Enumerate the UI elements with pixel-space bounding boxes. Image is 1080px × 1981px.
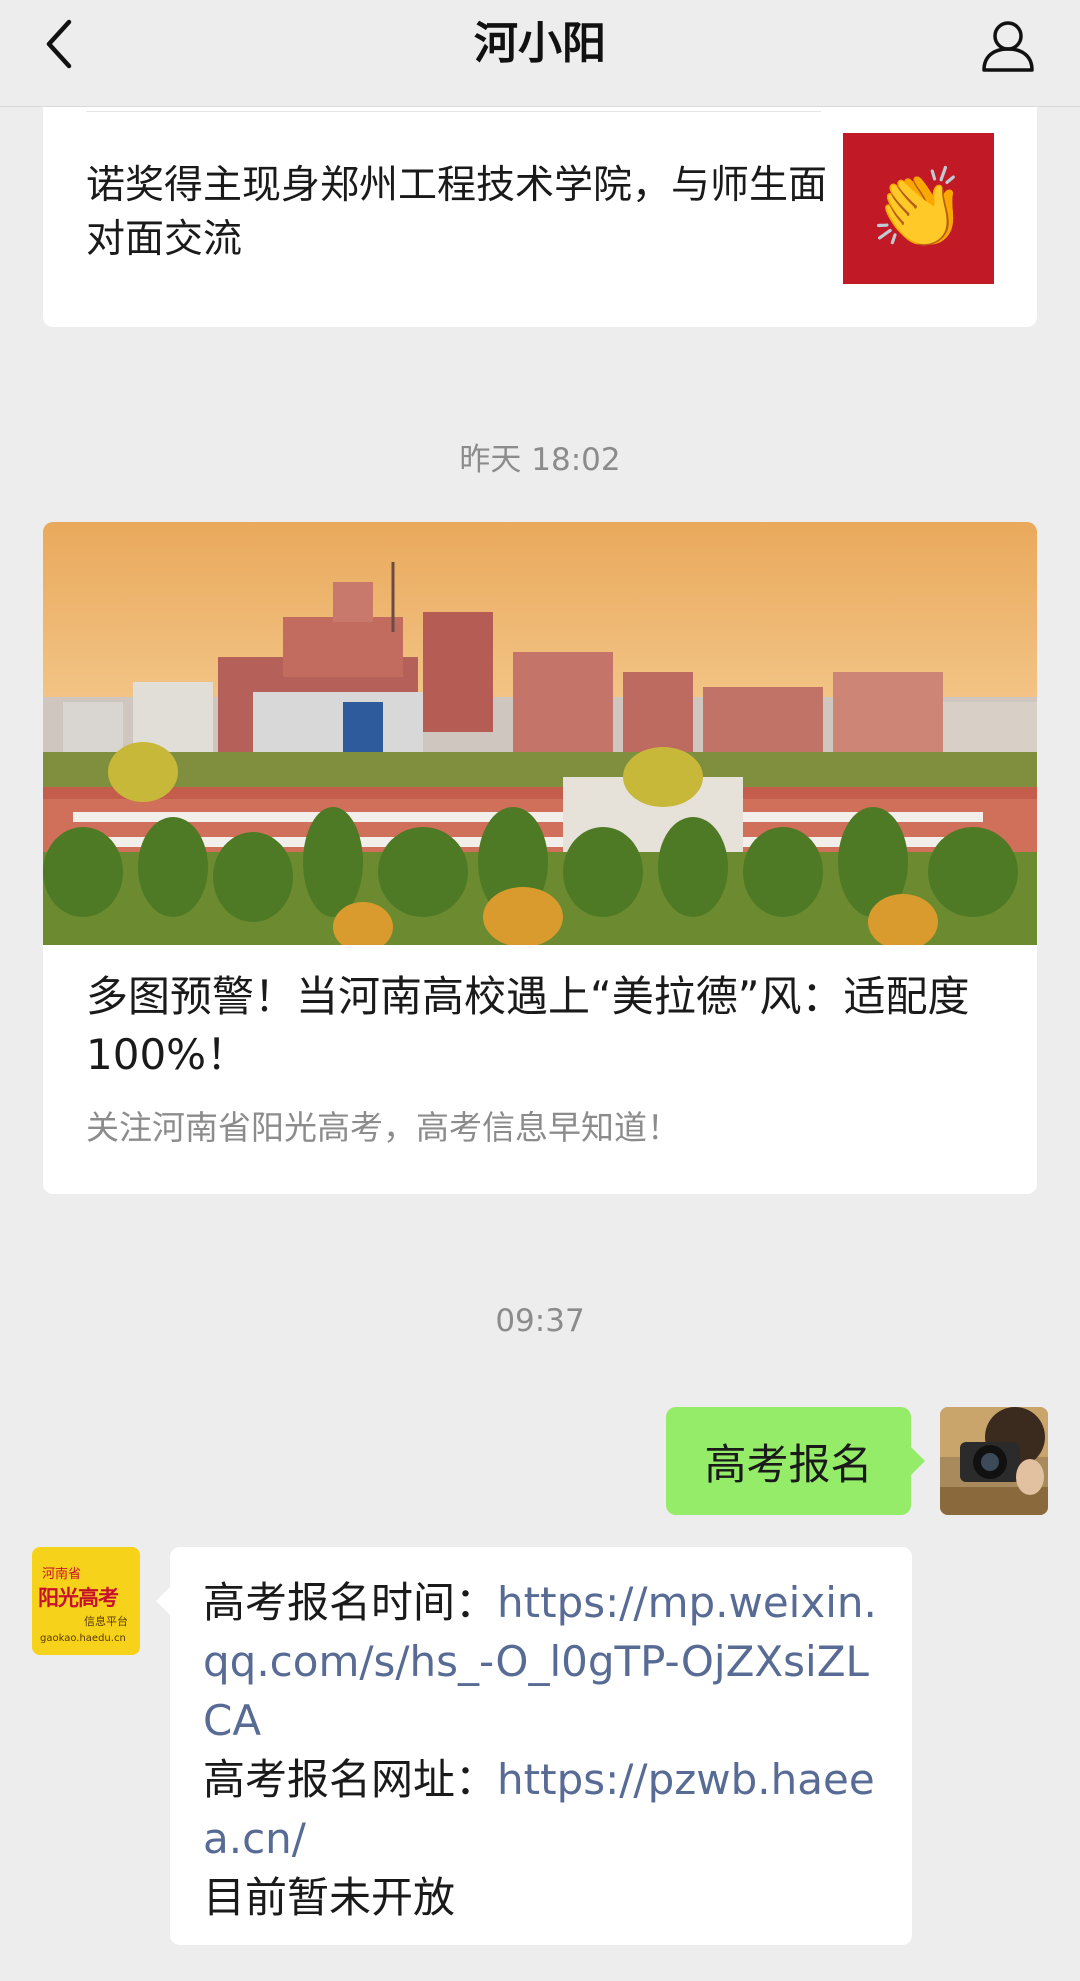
chat-title: 河小阳 — [474, 18, 606, 69]
article-cover-image — [43, 522, 1037, 945]
divider — [86, 111, 821, 112]
timestamp: 09:37 — [495, 1303, 585, 1339]
logo-text: 信息平台 — [84, 1615, 128, 1628]
article-thumbnail: 👏 — [843, 133, 994, 284]
outgoing-message-bubble[interactable]: 高考报名 — [666, 1407, 925, 1515]
logo-text: 河南省 — [42, 1567, 82, 1582]
profile-button[interactable] — [976, 14, 1040, 78]
logo-text: 阳光高考 — [38, 1586, 119, 1610]
person-icon — [982, 21, 1034, 72]
incoming-message-bubble: 高考报名时间：https://mp.weixin.qq.com/s/hs_-O_… — [156, 1547, 912, 1945]
official-account-avatar[interactable]: 河南省 阳光高考 信息平台 gaokao.haedu.cn — [32, 1547, 140, 1655]
message-label: 高考报名网址： — [203, 1755, 498, 1804]
message-note: 目前暂未开放 — [203, 1873, 456, 1922]
clapping-hands-icon: 👏 — [869, 163, 968, 254]
article-title: 多图预警！当河南高校遇上“美拉德”风：适配度100%！ — [86, 972, 970, 1079]
article-summary: 关注河南省阳光高考，高考信息早知道！ — [86, 1108, 680, 1147]
article-title: 诺奖得主现身郑州工程技术学院，与师生面对面交流 — [86, 163, 828, 262]
logo-text: gaokao.haedu.cn — [40, 1633, 126, 1644]
nav-bar: 河小阳 — [0, 0, 1080, 107]
message-label: 高考报名时间： — [203, 1578, 498, 1627]
timestamp: 昨天 18:02 — [459, 442, 621, 478]
article-card[interactable]: 多图预警！当河南高校遇上“美拉德”风：适配度100%！ 关注河南省阳光高考，高考… — [43, 522, 1037, 1194]
article-card[interactable]: 诺奖得主现身郑州工程技术学院，与师生面对面交流 👏 — [43, 107, 1037, 327]
user-avatar[interactable] — [940, 1407, 1048, 1515]
